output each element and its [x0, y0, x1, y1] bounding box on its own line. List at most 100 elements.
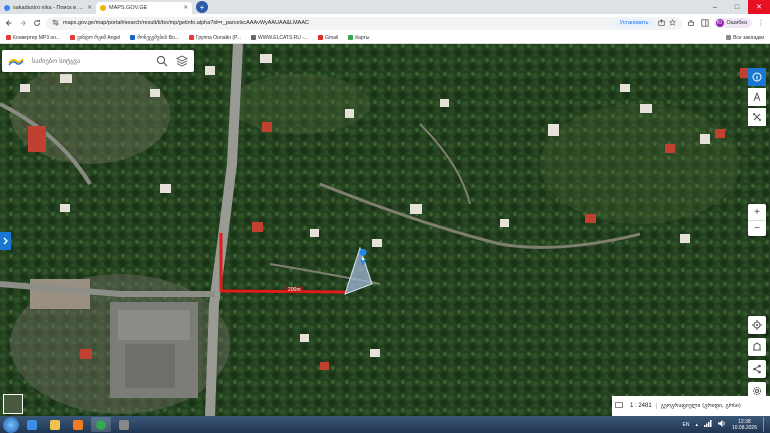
chrome-icon	[96, 419, 106, 430]
bookmark-item[interactable]: Конвертер MP3 он...	[6, 35, 60, 41]
chevron-right-icon	[3, 237, 8, 245]
zoom-out-button[interactable]: −	[748, 220, 766, 236]
draw-icon	[753, 342, 761, 351]
clock-date: 10.08.2026	[731, 424, 757, 431]
zoom-in-button[interactable]: +	[748, 204, 766, 220]
measure-button[interactable]	[748, 88, 766, 106]
expand-panel-button[interactable]	[0, 232, 11, 250]
address-bar[interactable]: maps.gov.ge/map/portal#search/result/ti/…	[46, 16, 682, 30]
media-icon	[73, 419, 83, 430]
right-toolbar	[748, 68, 766, 126]
minimize-button[interactable]: –	[704, 0, 726, 14]
tray-arrow-icon[interactable]: ▴	[695, 422, 698, 428]
close-tab-icon[interactable]: ✕	[183, 5, 188, 11]
bookmark-item[interactable]: Группа Онлайн (P...	[188, 35, 241, 41]
bookmarks-bar: Конвертер MP3 он... ვინდო რჟიმ Angel მონ…	[0, 32, 770, 44]
projection-selector[interactable]: გეოგრაფიული (გრიდი, გრსი)	[655, 403, 770, 409]
locate-icon	[752, 320, 762, 330]
napr-logo-icon	[8, 58, 24, 66]
all-bookmarks-folder[interactable]: Все закладки	[726, 35, 764, 41]
url-text: maps.gov.ge/map/portal#search/result/ti/…	[63, 20, 309, 26]
tools-button[interactable]	[748, 108, 766, 126]
folder-icon	[50, 419, 60, 430]
maps-pin-icon	[348, 35, 354, 40]
system-tray: EN ▴ 12:38 10.08.2026	[683, 417, 768, 432]
profile-status: Ошибка	[726, 20, 748, 26]
share-button[interactable]	[748, 360, 766, 378]
menu-kebab-icon[interactable]: ⋮	[756, 18, 766, 28]
close-window-button[interactable]: ✕	[748, 0, 770, 14]
sidepanel-icon[interactable]	[700, 18, 710, 28]
settings-app-icon	[119, 419, 129, 430]
network-icon[interactable]	[703, 420, 712, 429]
forward-icon[interactable]	[18, 18, 28, 28]
draw-button[interactable]	[748, 338, 766, 356]
measure-line-horizontal	[220, 289, 346, 294]
site-icon	[130, 35, 136, 40]
scale-ratio[interactable]: 1 : 2481	[626, 403, 656, 409]
info-icon	[752, 72, 762, 82]
avatar: Ю	[715, 19, 724, 27]
map-search-box	[2, 50, 194, 72]
tab-maps-gov[interactable]: MAPS.GOV.GE ✕	[96, 2, 192, 14]
bookmark-star-icon[interactable]	[668, 18, 676, 28]
taskbar-app[interactable]	[45, 417, 65, 432]
basemap-switcher[interactable]	[3, 394, 23, 414]
google-favicon-icon	[4, 5, 10, 11]
satellite-imagery	[0, 44, 770, 416]
taskbar-app[interactable]	[22, 417, 42, 432]
new-tab-button[interactable]: +	[196, 1, 208, 13]
reload-icon[interactable]	[32, 18, 42, 28]
youtube-icon	[188, 35, 194, 40]
search-input[interactable]	[32, 57, 148, 65]
maximize-button[interactable]: □	[726, 0, 748, 14]
map-tools	[748, 316, 766, 400]
extensions-icon[interactable]	[686, 18, 696, 28]
gmail-icon	[318, 35, 324, 40]
windows-taskbar: EN ▴ 12:38 10.08.2026	[0, 416, 770, 433]
back-icon[interactable]	[4, 18, 14, 28]
info-button[interactable]	[748, 68, 766, 86]
zoom-control: + −	[748, 204, 766, 236]
bookmark-item[interactable]: WWW.ELCATS.RU -...	[250, 35, 308, 41]
scale-bar: 1 : 2481 გეოგრაფიული (გრიდი, გრსი)	[612, 396, 770, 416]
browser-toolbar: maps.gov.ge/map/portal#search/result/ti/…	[0, 14, 770, 32]
ie-icon	[27, 419, 37, 430]
globe-icon	[250, 35, 256, 40]
bookmark-item[interactable]: Gmail	[318, 35, 338, 41]
volume-icon[interactable]	[717, 420, 726, 429]
clock[interactable]: 12:38 10.08.2026	[732, 419, 757, 431]
youtube-icon	[6, 35, 11, 40]
map-canvas[interactable]: 200m + −	[0, 44, 770, 416]
tab-title: sakadastro nika - Поиск в Goo	[13, 5, 85, 11]
share-icon	[753, 364, 761, 374]
taskbar-app[interactable]	[68, 417, 88, 432]
layers-icon[interactable]	[175, 55, 189, 67]
tab-title: MAPS.GOV.GE	[109, 5, 148, 11]
bookmark-item[interactable]: Карты	[348, 35, 369, 41]
taskbar-app[interactable]	[114, 417, 134, 432]
search-icon[interactable]	[156, 55, 168, 67]
youtube-icon	[70, 35, 76, 40]
taskbar-app[interactable]	[91, 417, 111, 432]
measure-icon	[753, 92, 761, 102]
bookmark-item[interactable]: მონეცემების Bo...	[130, 35, 179, 41]
profile-button[interactable]: Ю Ошибка	[713, 18, 752, 28]
site-info-icon[interactable]	[52, 19, 59, 28]
bookmark-item[interactable]: ვინდო რჟიმ Angel	[70, 35, 120, 41]
tab-strip: sakadastro nika - Поиск в Goo ✕ MAPS.GOV…	[0, 0, 770, 14]
install-app-button[interactable]: Установить	[614, 19, 654, 27]
maps-favicon-icon	[100, 5, 106, 11]
settings-icon	[753, 387, 761, 395]
show-desktop-button[interactable]	[763, 417, 767, 432]
folder-icon	[726, 35, 732, 40]
measure-distance-label: 200m	[286, 287, 303, 293]
tools-icon	[753, 113, 761, 121]
close-tab-icon[interactable]: ✕	[87, 5, 92, 11]
locate-button[interactable]	[748, 316, 766, 334]
start-button[interactable]	[3, 416, 19, 433]
share-page-icon[interactable]	[657, 18, 665, 28]
language-indicator[interactable]: EN	[683, 422, 690, 428]
scale-icon	[612, 402, 626, 410]
tab-google-search[interactable]: sakadastro nika - Поиск в Goo ✕	[0, 2, 96, 14]
